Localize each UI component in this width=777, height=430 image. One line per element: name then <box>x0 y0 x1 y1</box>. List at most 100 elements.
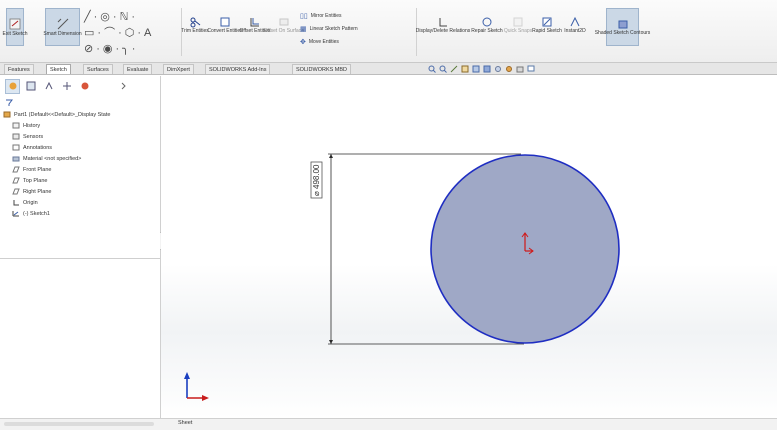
relations-icon <box>437 16 449 28</box>
view-orientation-icon[interactable] <box>472 65 480 73</box>
material-icon <box>12 155 20 162</box>
tree-item-label: Top Plane <box>23 177 48 184</box>
smart-dimension-button[interactable]: Smart Dimension <box>43 8 82 46</box>
dropdown-icon[interactable]: · <box>113 11 117 23</box>
chevron-right-icon <box>121 82 126 90</box>
hide-show-icon[interactable] <box>494 65 502 73</box>
configuration-manager-tab[interactable] <box>41 79 56 94</box>
display-manager-icon <box>81 82 88 90</box>
point-icon[interactable]: ◉ <box>103 43 113 55</box>
zoom-to-fit-icon[interactable] <box>428 65 436 73</box>
dropdown-icon[interactable]: · <box>96 43 100 55</box>
display-style-icon[interactable] <box>483 65 491 73</box>
shaded-sketch-contours-button[interactable]: Shaded Sketch Contours <box>595 8 650 46</box>
dropdown-icon[interactable]: · <box>131 11 135 23</box>
tab-dimxpert[interactable]: DimXpert <box>163 64 194 74</box>
dropdown-icon[interactable]: · <box>132 43 136 55</box>
tree-item-history[interactable]: History <box>12 121 40 130</box>
tree-item-label: Annotations <box>23 144 53 151</box>
relations-label: Display/Delete Relations <box>415 28 471 34</box>
offset-on-surface-button[interactable]: Offset On Surface <box>264 10 304 40</box>
tree-root-label: Part1 (Default<<Default>_Display State <box>14 111 111 118</box>
offset-entities-icon <box>249 16 261 28</box>
dropdown-icon[interactable]: · <box>94 11 98 23</box>
instant2d-button[interactable]: Instant2D <box>562 10 588 40</box>
mirror-entities-button[interactable]: ▯▯ Mirror Entities <box>300 12 342 20</box>
spline-icon[interactable]: ℕ <box>120 11 129 23</box>
text-icon[interactable]: A <box>144 27 151 39</box>
plane-icon <box>12 177 20 184</box>
quick-snaps-label: Quick Snaps <box>503 28 533 34</box>
move-entities-button[interactable]: ✥ Move Entities <box>300 38 339 46</box>
panel-scrollbar[interactable] <box>4 422 154 426</box>
tree-item-sketch1[interactable]: (-) Sketch1 <box>12 209 50 218</box>
linear-pattern-button[interactable]: ▦ Linear Sketch Pattern <box>300 25 358 33</box>
sensors-icon <box>12 133 20 140</box>
tree-item-label: Front Plane <box>23 166 52 173</box>
polygon-icon[interactable]: ⬡ <box>125 27 135 39</box>
previous-view-icon[interactable] <box>450 65 458 73</box>
dropdown-icon[interactable]: · <box>116 43 120 55</box>
trim-entities-button[interactable]: Trim Entities <box>181 10 209 40</box>
dropdown-icon[interactable]: · <box>137 27 141 39</box>
view-settings-icon[interactable] <box>527 65 535 73</box>
tab-addins[interactable]: SOLIDWORKS Add-Ins <box>205 64 271 74</box>
scene-icon[interactable] <box>516 65 524 73</box>
tab-mbd[interactable]: SOLIDWORKS MBD <box>292 64 352 74</box>
feature-manager-panel: Part1 (Default<<Default>_Display State H… <box>0 76 160 418</box>
repair-sketch-icon <box>481 16 493 28</box>
panel-splitter[interactable] <box>0 258 160 259</box>
dropdown-icon[interactable]: · <box>97 27 101 39</box>
repair-sketch-button[interactable]: Repair Sketch <box>471 10 503 40</box>
edit-appearance-icon[interactable] <box>505 65 513 73</box>
dimxpert-manager-tab[interactable] <box>59 79 74 94</box>
line-icon[interactable]: ╱ <box>84 11 91 23</box>
sketch-tools-row-3: ⊘ · ◉ · ╮ · <box>84 43 135 55</box>
rectangle-icon[interactable]: ▭ <box>84 27 94 39</box>
tree-item-top-plane[interactable]: Top Plane <box>12 176 47 185</box>
annotations-icon <box>12 144 20 151</box>
tree-item-label: Material <not specified> <box>23 155 82 162</box>
heads-up-view-toolbar <box>428 65 535 73</box>
slot-icon[interactable]: ⊘ <box>84 43 93 55</box>
property-manager-icon <box>26 81 35 91</box>
diameter-dimension[interactable]: ⌀ 498.00 <box>312 164 321 196</box>
tree-item-origin[interactable]: Origin <box>12 198 38 207</box>
offset-entities-button[interactable]: Offset Entities <box>239 10 271 40</box>
zoom-area-icon[interactable] <box>439 65 447 73</box>
tab-features[interactable]: Features <box>4 64 34 74</box>
linear-pattern-label: Linear Sketch Pattern <box>309 26 358 32</box>
tree-item-right-plane[interactable]: Right Plane <box>12 187 51 196</box>
feature-manager-tab[interactable] <box>5 78 20 94</box>
tab-evaluate[interactable]: Evaluate <box>123 64 153 74</box>
tab-surfaces[interactable]: Surfaces <box>83 64 113 74</box>
part-icon <box>3 111 11 118</box>
tab-sketch[interactable]: Sketch <box>46 64 71 74</box>
panel-expand-arrow[interactable] <box>115 79 130 94</box>
mirror-icon: ▯▯ <box>300 13 308 20</box>
rapid-sketch-button[interactable]: Rapid Sketch <box>532 10 562 40</box>
tree-item-material[interactable]: Material <not specified> <box>12 154 81 163</box>
arc-icon[interactable]: ⌒ <box>104 27 115 39</box>
filter-icon[interactable] <box>5 99 13 107</box>
tree-item-label: History <box>23 122 41 129</box>
exit-sketch-button[interactable]: Exit Sketch <box>3 8 28 46</box>
graphics-area[interactable]: ⌀ 498.00 <box>161 76 777 418</box>
dropdown-icon[interactable]: · <box>118 27 122 39</box>
sheet-label[interactable]: Sheet <box>178 420 192 426</box>
tree-item-annotations[interactable]: Annotations <box>12 143 52 152</box>
tree-root[interactable]: Part1 (Default<<Default>_Display State <box>3 110 110 119</box>
tree-item-sensors[interactable]: Sensors <box>12 132 43 141</box>
sketch-icon <box>12 210 20 217</box>
property-manager-tab[interactable] <box>23 79 38 94</box>
circle-icon[interactable]: ◎ <box>100 11 110 23</box>
display-delete-relations-button[interactable]: Display/Delete Relations <box>416 10 470 40</box>
fillet-icon[interactable]: ╮ <box>122 43 129 55</box>
smart-dimension-label: Smart Dimension <box>43 31 82 37</box>
exit-sketch-label: Exit Sketch <box>2 31 28 37</box>
display-manager-tab[interactable] <box>77 79 92 94</box>
tree-item-front-plane[interactable]: Front Plane <box>12 165 51 174</box>
convert-entities-button[interactable]: Convert Entities <box>207 10 243 40</box>
section-view-icon[interactable] <box>461 65 469 73</box>
quick-snaps-button[interactable]: Quick Snaps <box>504 10 532 40</box>
